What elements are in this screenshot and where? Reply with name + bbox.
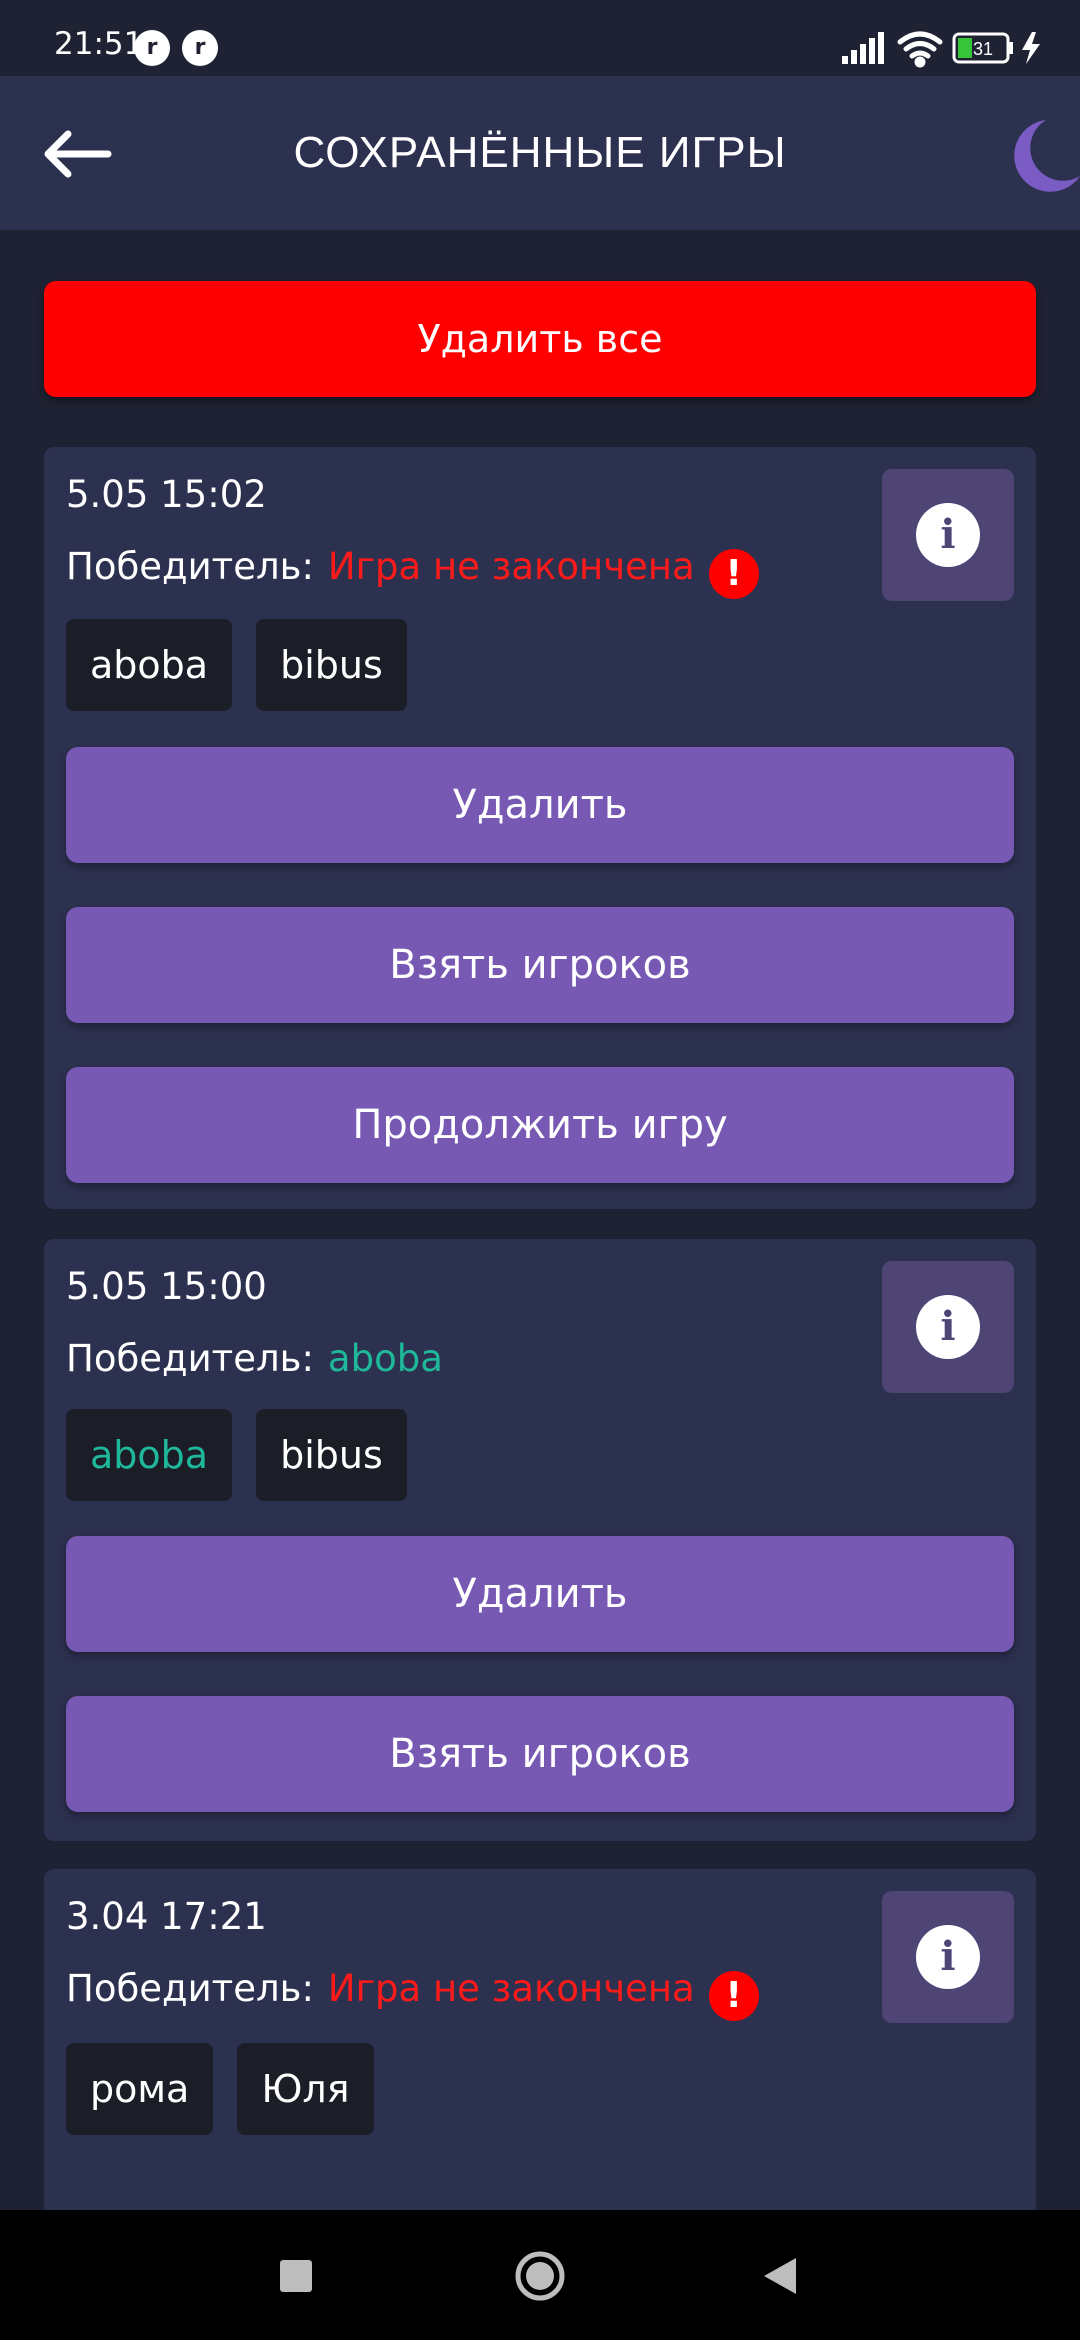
- player-chip: Юля: [237, 2043, 374, 2135]
- player-chip: bibus: [256, 1409, 407, 1501]
- delete-all-button[interactable]: Удалить все: [44, 281, 1036, 397]
- back-triangle-icon[interactable]: [760, 2254, 800, 2298]
- app-bar: СОХРАНЁННЫЕ ИГРЫ: [0, 76, 1080, 230]
- system-nav-bar: [0, 2210, 1080, 2340]
- delete-game-button[interactable]: Удалить: [66, 747, 1014, 863]
- moon-icon: [1014, 120, 1080, 192]
- winner-value: Игра не закончена: [327, 1967, 695, 2010]
- winner-row: Победитель: aboba: [66, 1337, 443, 1380]
- player-chip-winner: aboba: [66, 1409, 233, 1501]
- status-bar: 21:51 r r 31: [0, 0, 1080, 76]
- home-icon[interactable]: [514, 2250, 566, 2302]
- info-button[interactable]: i: [882, 469, 1014, 601]
- players-list: рома Юля: [66, 2043, 398, 2135]
- notification-app-icon: r: [134, 30, 170, 66]
- wifi-icon: [897, 31, 943, 68]
- game-date: 5.05 15:02: [66, 473, 267, 516]
- game-card: 5.05 15:02 i Победитель: Игра не закончен…: [44, 447, 1036, 1209]
- status-icons: 31: [842, 31, 1040, 68]
- warning-icon: !: [708, 549, 759, 599]
- info-icon: i: [916, 1295, 980, 1359]
- status-time: 21:51: [54, 26, 144, 62]
- players-list: aboba bibus: [66, 1409, 431, 1501]
- winner-value: aboba: [327, 1337, 443, 1380]
- player-chip: bibus: [256, 619, 407, 711]
- delete-game-button[interactable]: Удалить: [66, 1536, 1014, 1652]
- game-card: 5.05 15:00 i Победитель: aboba aboba bibus…: [44, 1239, 1036, 1841]
- info-icon: i: [916, 503, 980, 567]
- battery-icon: 31: [952, 32, 1013, 64]
- continue-game-button[interactable]: Продолжить игру: [66, 1067, 1014, 1183]
- winner-label: Победитель:: [66, 1337, 314, 1380]
- players-list: aboba bibus: [66, 619, 431, 711]
- game-card: 3.04 17:21 i Победитель: Игра не закончен…: [44, 1869, 1036, 2210]
- info-button[interactable]: i: [882, 1891, 1014, 2023]
- winner-row: Победитель: Игра не закончена!: [66, 545, 759, 599]
- player-chip: aboba: [66, 619, 233, 711]
- game-date: 5.05 15:00: [66, 1265, 267, 1308]
- battery-level: 31: [973, 39, 993, 59]
- player-chip: рома: [66, 2043, 214, 2135]
- winner-label: Победитель:: [66, 545, 314, 588]
- winner-row: Победитель: Игра не закончена!: [66, 1967, 759, 2021]
- page-title: СОХРАНЁННЫЕ ИГРЫ: [293, 128, 787, 177]
- notification-app-icon: r: [182, 30, 218, 66]
- saved-games-list[interactable]: Удалить все 5.05 15:02 i Победитель: Игра…: [0, 230, 1080, 2210]
- winner-label: Победитель:: [66, 1967, 314, 2010]
- info-icon: i: [916, 1925, 980, 1989]
- winner-value: Игра не закончена: [327, 545, 695, 588]
- signal-icon: [842, 32, 884, 64]
- warning-icon: !: [708, 1971, 759, 2021]
- charging-icon: [1022, 32, 1040, 64]
- info-button[interactable]: i: [882, 1261, 1014, 1393]
- take-players-button[interactable]: Взять игроков: [66, 907, 1014, 1023]
- take-players-button[interactable]: Взять игроков: [66, 1696, 1014, 1812]
- game-date: 3.04 17:21: [66, 1895, 267, 1938]
- theme-toggle-button[interactable]: [984, 114, 1080, 198]
- recents-icon[interactable]: [280, 2260, 312, 2292]
